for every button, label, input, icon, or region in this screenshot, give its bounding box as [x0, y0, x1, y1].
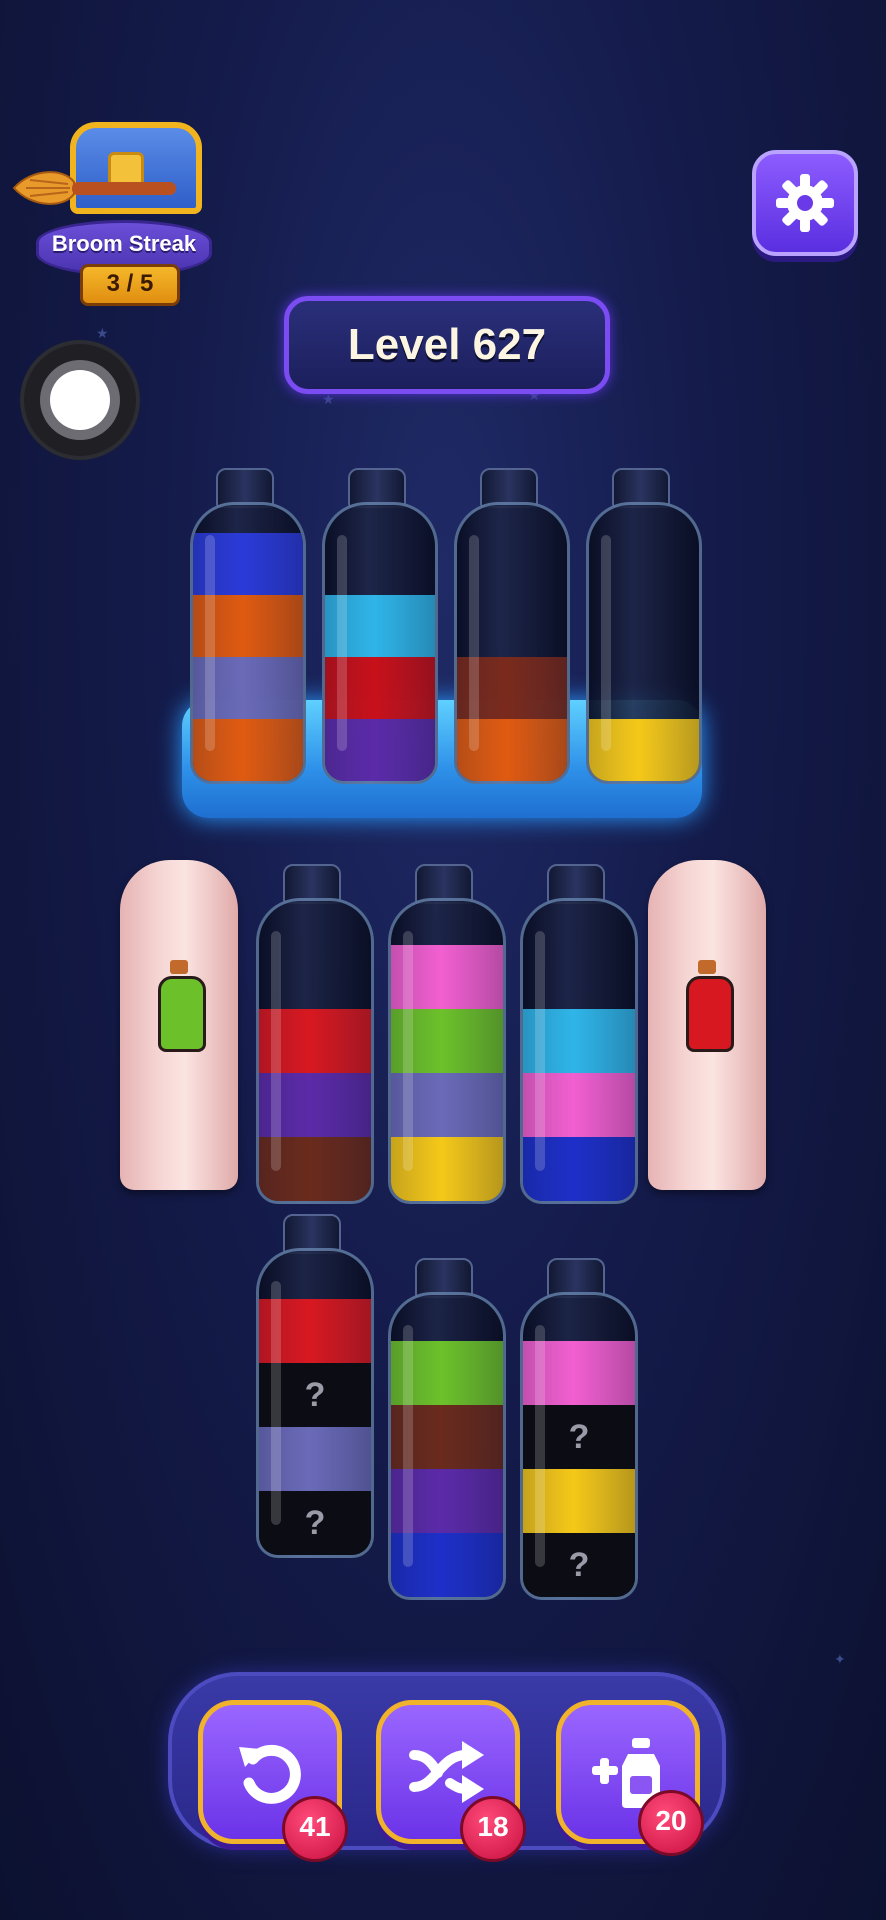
bottle-glass: ?? — [520, 1292, 638, 1600]
bottle-middle-4[interactable] — [520, 864, 638, 1204]
record-button[interactable] — [20, 340, 140, 460]
bottle-glass: ?? — [256, 1248, 374, 1558]
glass-shine — [337, 535, 347, 751]
gear-icon — [776, 174, 834, 232]
covered-bottle-right[interactable] — [648, 860, 766, 1198]
glass-shine — [535, 1325, 545, 1567]
bottle-glass — [322, 502, 438, 784]
frozen-bottle-1[interactable] — [190, 468, 306, 784]
hint-bottle-body — [158, 976, 206, 1052]
bottle-bottom-1[interactable]: ?? — [256, 1214, 374, 1558]
glass-shine — [271, 1281, 281, 1525]
hint-bottle-icon — [158, 960, 206, 1052]
record-icon — [50, 370, 110, 430]
settings-button[interactable] — [752, 150, 858, 256]
streak-label: Broom Streak — [51, 231, 197, 256]
broom-icon — [12, 171, 176, 205]
broom-streak-reward[interactable]: Broom Streak 3 / 5 — [12, 118, 212, 306]
bottle-glass — [190, 502, 306, 784]
glass-shine — [271, 931, 281, 1171]
bottle-glass — [520, 898, 638, 1204]
hint-bottle-cap — [170, 960, 188, 974]
covered-bottle-left[interactable] — [120, 860, 238, 1198]
undo-icon — [239, 1744, 301, 1804]
hint-bottle-cap — [698, 960, 716, 974]
glass-shine — [535, 931, 545, 1171]
bottle-bottom-3[interactable]: ?? — [520, 1258, 638, 1600]
glass-shine — [469, 535, 479, 751]
glass-shine — [205, 535, 215, 751]
bottle-middle-3[interactable] — [388, 864, 506, 1204]
frozen-bottle-4[interactable] — [586, 468, 702, 784]
add-bottle-count-badge: 20 — [638, 1790, 704, 1856]
bottle-glass — [388, 1292, 506, 1600]
level-banner: Level 627 — [284, 296, 610, 394]
level-title: Level 627 — [347, 320, 547, 369]
hint-bottle-icon — [686, 960, 734, 1052]
hint-bottle-body — [686, 976, 734, 1052]
glass-shine — [601, 535, 611, 751]
bottle-glass — [586, 502, 702, 784]
bottle-glass — [454, 502, 570, 784]
bottle-glass — [256, 898, 374, 1204]
star-decoration: ★ — [322, 392, 335, 408]
frozen-bottle-3[interactable] — [454, 468, 570, 784]
bottle-cover-cloth — [120, 860, 238, 1190]
star-decoration: ✦ — [834, 1652, 846, 1668]
glass-shine — [403, 931, 413, 1171]
bottle-cover-cloth — [648, 860, 766, 1190]
streak-count: 3 / 5 — [80, 264, 180, 306]
bottle-middle-2[interactable] — [256, 864, 374, 1204]
star-decoration: ★ — [96, 326, 109, 342]
shuffle-count-badge: 18 — [460, 1796, 526, 1862]
frozen-bottle-2[interactable] — [322, 468, 438, 784]
bottle-glass — [388, 898, 506, 1204]
undo-count-badge: 41 — [282, 1796, 348, 1862]
glass-shine — [403, 1325, 413, 1567]
bottle-bottom-2[interactable] — [388, 1258, 506, 1600]
